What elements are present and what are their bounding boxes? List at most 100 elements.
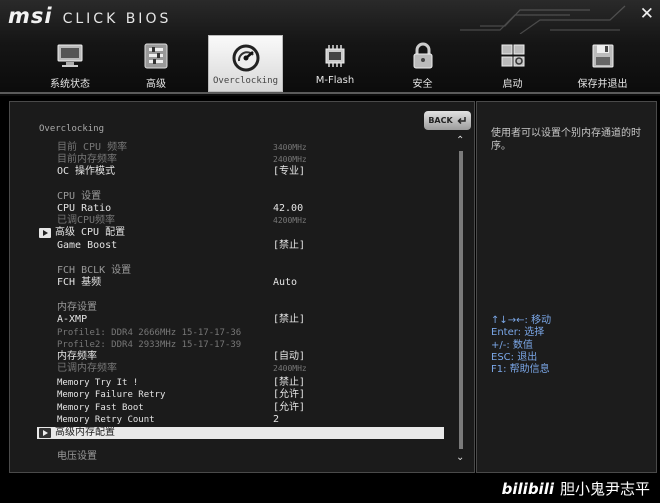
setting-label: 高级内存配置 [55,427,115,438]
setting-row-memory-fast-boot[interactable]: Memory Fast Boot [允许] [10,402,450,414]
boot-icon [501,44,524,67]
scrollbar[interactable]: ⌃ ⌄ [456,136,465,463]
tab-label: 保存并退出 [577,79,628,90]
tab-m-flash[interactable]: M-Flash [300,34,370,92]
setting-value: [允许] [273,389,306,400]
tab-label: 启动 [502,79,523,90]
settings-panel-icon [144,43,168,69]
return-arrow-icon [457,117,466,125]
setting-label: 内存频率 [57,351,97,362]
setting-row-fch-base[interactable]: FCH 基频 Auto [10,277,450,289]
setting-label: Game Boost [57,240,118,251]
submenu-advanced-cpu[interactable]: 高级 CPU 配置 [10,227,450,239]
bios-chip-icon [325,45,345,67]
tab-label: M-Flash [315,75,355,86]
setting-value: 2400MHz [273,155,307,164]
watermark: bilibili 胆小鬼尹志平 [502,478,650,499]
back-button[interactable]: BACK [424,111,471,130]
scroll-up-icon[interactable]: ⌃ [456,136,464,146]
tab-advanced[interactable]: 高级 [126,34,186,92]
submenu-arrow-icon [39,228,51,238]
tab-bar: 系统状态 高级 Overclocking M-Flash 安全 启动 保存并退出 [0,34,660,92]
tab-overclocking[interactable]: Overclocking [208,35,283,92]
close-icon[interactable]: ✕ [640,6,654,23]
scroll-down-icon[interactable]: ⌄ [456,453,464,463]
setting-row-cpu-ratio[interactable]: CPU Ratio 42.00 [10,203,450,215]
setting-value: 42.00 [273,203,304,214]
tab-save-exit[interactable]: 保存并退出 [565,34,640,92]
setting-value: 2 [273,414,280,425]
setting-row-adjusted-cpu-freq: 已调CPU频率 4200MHz [10,215,450,227]
setting-value: [禁止] [273,314,306,325]
brand-logo: msi CLICK BIOS [8,4,171,28]
setting-row-memory-freq[interactable]: 内存频率 [自动] [10,351,450,363]
setting-value: Auto [273,277,298,288]
info-row-profile2: Profile2: DDR4 2933MHz 15-17-17-39 [10,339,450,351]
setting-label: 高级 CPU 配置 [55,227,126,238]
tab-label: 高级 [146,79,166,90]
setting-row-current-mem-freq: 目前内存频率 2400MHz [10,154,450,166]
setting-label: OC 操作模式 [57,166,116,177]
setting-value: 2400MHz [273,364,307,373]
setting-label: FCH 基频 [57,277,102,288]
setting-value: [禁止] [273,377,306,388]
setting-row-current-cpu-freq: 目前 CPU 频率 3400MHz [10,142,450,154]
group-label: 电压设置 [57,451,97,462]
setting-label: A-XMP [57,314,88,325]
key-hint-f1: F1: 帮助信息 [491,364,550,376]
monitor-icon [57,44,83,67]
setting-value: 3400MHz [273,143,307,152]
key-hint-esc: ESC: 退出 [491,351,538,363]
circuit-decoration-icon [460,5,626,34]
info-row-profile1: Profile1: DDR4 2666MHz 15-17-17-36 [10,327,450,339]
group-label: FCH BCLK 设置 [57,265,132,276]
group-label: CPU 设置 [57,191,102,202]
key-hint-enter: Enter: 选择 [491,327,545,339]
bilibili-logo: bilibili [501,479,554,498]
setting-label: Memory Failure Retry [57,390,166,400]
key-hints: ↑↓→←: 移动 Enter: 选择 +/-: 数值 ESC: 退出 F1: 帮… [491,315,651,376]
back-label: BACK [428,116,453,125]
setting-label: Memory Try It ! [57,378,139,388]
setting-label: Memory Fast Boot [57,403,144,413]
submenu-arrow-icon [39,428,51,438]
setting-value: [自动] [273,351,306,362]
section-title: Overclocking [39,124,105,134]
setting-label: Memory Retry Count [57,415,155,425]
help-panel: 使用者可以设置个别内存通道的时序。 ↑↓→←: 移动 Enter: 选择 +/-… [476,101,657,473]
floppy-disk-icon [592,44,613,68]
tab-label: 安全 [412,79,433,90]
header-divider [0,92,660,94]
setting-value: [禁止] [273,240,306,251]
tab-security[interactable]: 安全 [395,34,450,92]
setting-row-game-boost[interactable]: Game Boost [禁止] [10,240,450,252]
brand-msi: msi [8,4,53,28]
tab-system-status[interactable]: 系统状态 [30,34,110,92]
setting-row-oc-mode[interactable]: OC 操作模式 [专业] [10,166,450,178]
header: msi CLICK BIOS ✕ 系统状态 高级 Overclocking M-… [0,0,660,96]
key-hint-value: +/-: 数值 [491,339,533,351]
setting-label: Profile1: DDR4 2666MHz 15-17-17-36 [57,328,242,338]
setting-row-memory-try-it[interactable]: Memory Try It ! [禁止] [10,377,450,389]
watermark-text: 胆小鬼尹志平 [559,480,650,498]
setting-label: CPU Ratio [57,203,112,214]
submenu-advanced-memory[interactable]: 高级内存配置 [37,427,444,439]
scroll-thumb[interactable] [459,151,463,449]
setting-row-memory-retry-count[interactable]: Memory Retry Count 2 [10,414,450,426]
setting-label: 目前 CPU 频率 [57,142,128,153]
speedometer-icon [232,44,259,72]
setting-row-a-xmp[interactable]: A-XMP [禁止] [10,314,450,326]
group-header-cpu: CPU 设置 [10,191,450,203]
settings-panel: BACK Overclocking 目前 CPU 频率 3400MHz 目前内存… [9,101,475,473]
lock-icon [413,42,432,69]
group-header-memory: 内存设置 [10,302,450,314]
tab-boot[interactable]: 启动 [485,34,540,92]
setting-row-adjusted-mem-freq: 已调内存频率 2400MHz [10,363,450,375]
setting-label: Profile2: DDR4 2933MHz 15-17-17-39 [57,340,242,350]
setting-value: [专业] [273,166,306,177]
setting-row-memory-failure-retry[interactable]: Memory Failure Retry [允许] [10,389,450,401]
help-description: 使用者可以设置个别内存通道的时序。 [491,128,641,152]
tab-label: 系统状态 [50,79,90,90]
key-hint-move: ↑↓→←: 移动 [491,315,552,326]
group-header-voltage: 电压设置 [10,451,450,463]
